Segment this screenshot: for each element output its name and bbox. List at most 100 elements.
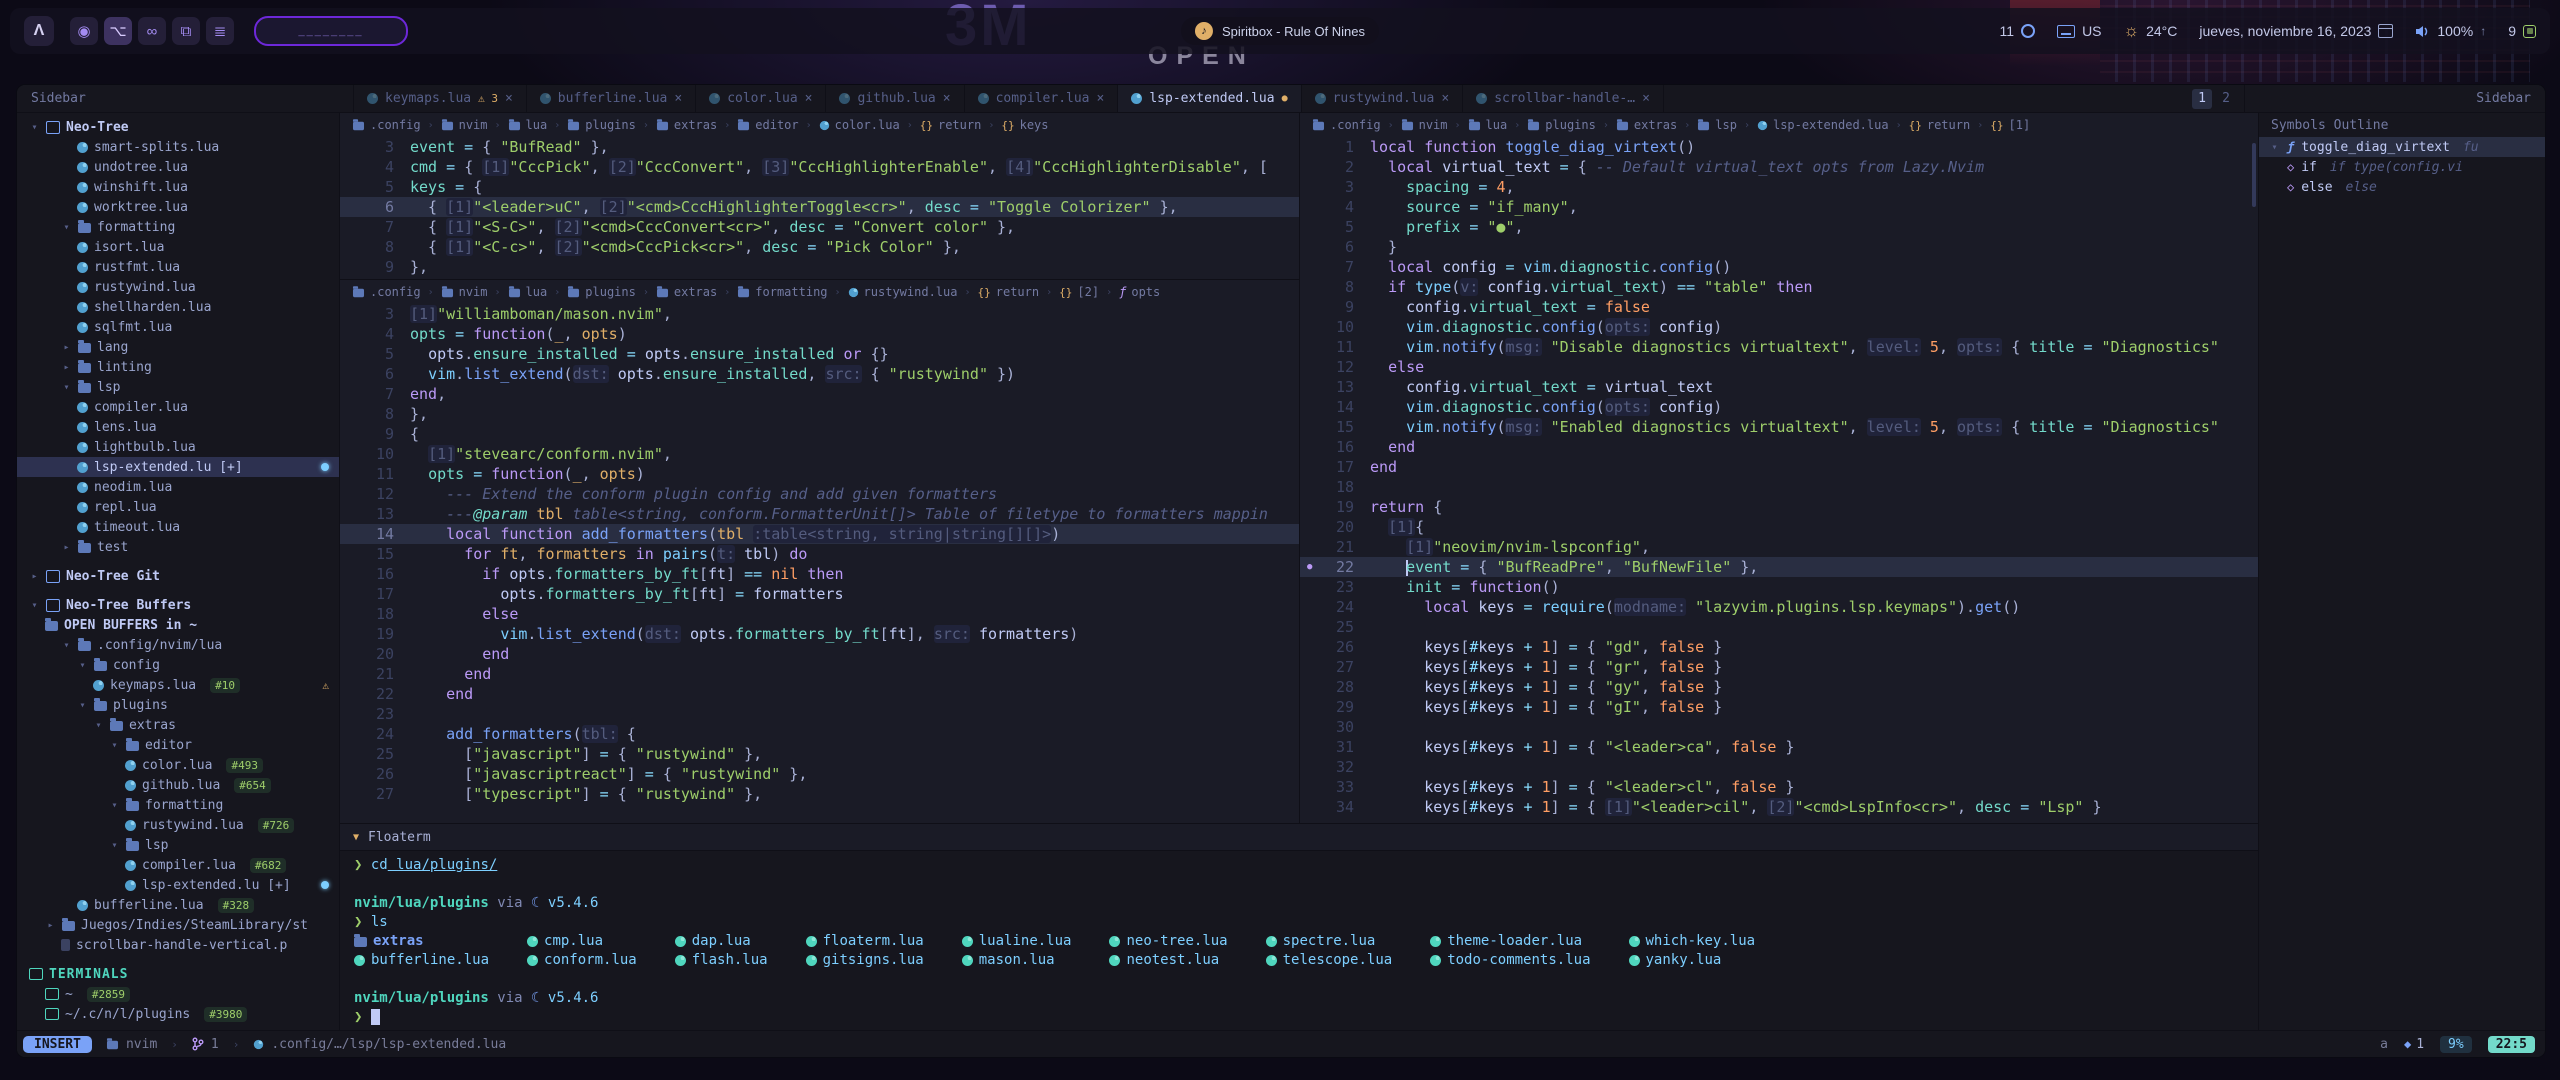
breadcrumb-item[interactable]: .config (1312, 118, 1381, 132)
close-icon[interactable]: × (943, 91, 951, 106)
outline-item[interactable]: ▾ƒtoggle_diag_virtextfu (2259, 137, 2545, 157)
file-entry[interactable]: conform.lua (527, 951, 637, 970)
tree-file[interactable]: smart-splits.lua (17, 137, 339, 157)
file-entry[interactable]: cmp.lua (527, 932, 637, 951)
weather-badge[interactable]: ☼ 24°C (2124, 21, 2178, 41)
breadcrumb-item[interactable]: lsp (1697, 118, 1737, 132)
close-icon[interactable]: × (674, 91, 682, 106)
tree-folder[interactable]: ▾editor (17, 735, 339, 755)
tree-folder[interactable]: ▾formatting (17, 795, 339, 815)
file-entry[interactable]: lualine.lua (962, 932, 1072, 951)
breadcrumb-item[interactable]: {}[1] (1990, 118, 2030, 132)
breadcrumb-item[interactable]: {}return (978, 285, 1040, 299)
tree-folder[interactable]: ▾.config/nvim/lua (17, 635, 339, 655)
tree-file[interactable]: compiler.lua (17, 397, 339, 417)
editor-tab[interactable]: bufferline.lua× (527, 85, 696, 112)
close-icon[interactable]: × (805, 91, 813, 106)
breadcrumb-item[interactable]: extras (656, 118, 717, 132)
terminal-item[interactable]: ~#2859 (17, 984, 339, 1004)
editor-tab[interactable]: rustywind.lua× (1302, 85, 1464, 112)
file-entry[interactable]: bufferline.lua (354, 951, 489, 970)
topbar-widget-pill[interactable]: ________ (254, 16, 408, 46)
topbar-shortcut-5[interactable]: ≣ (206, 17, 234, 45)
tree-file[interactable]: shellharden.lua (17, 297, 339, 317)
breadcrumb-item[interactable]: extras (656, 285, 717, 299)
breadcrumb-item[interactable]: nvim (441, 285, 488, 299)
file-entry[interactable]: flash.lua (675, 951, 768, 970)
breadcrumb-item[interactable]: plugins (567, 285, 636, 299)
tree-folder[interactable]: ▸linting (17, 357, 339, 377)
tree-file[interactable]: neodim.lua (17, 477, 339, 497)
close-icon[interactable]: × (505, 91, 513, 106)
topbar-shortcut-4[interactable]: ⧉ (172, 17, 200, 45)
tree-file[interactable]: rustywind.lua (17, 277, 339, 297)
breadcrumb-item[interactable]: formatting (737, 285, 827, 299)
tree-file[interactable]: sqlfmt.lua (17, 317, 339, 337)
tree-file[interactable]: undotree.lua (17, 157, 339, 177)
workspace-badge[interactable]: 9 (2508, 23, 2536, 39)
file-entry[interactable]: floaterm.lua (806, 932, 924, 951)
tree-file[interactable]: repl.lua (17, 497, 339, 517)
tree-folder[interactable]: ▸lang (17, 337, 339, 357)
close-icon[interactable]: × (1642, 91, 1650, 106)
now-playing-widget[interactable]: ♪ Spiritbox - Rule Of Nines (1181, 17, 1379, 45)
file-entry[interactable]: dap.lua (675, 932, 768, 951)
file-entry[interactable]: neotest.lua (1109, 951, 1227, 970)
code-area[interactable]: 3event = { "BufRead" },4cmd = { [1]"CccP… (340, 137, 1299, 279)
file-entry[interactable]: telescope.lua (1266, 951, 1393, 970)
breadcrumb-item[interactable]: lua (1468, 118, 1508, 132)
tree-section-header[interactable]: ▾Neo-Tree Buffers (17, 595, 339, 615)
tree-file[interactable]: lens.lua (17, 417, 339, 437)
breadcrumb-item[interactable]: plugins (567, 118, 636, 132)
scrollbar-handle[interactable] (2252, 143, 2256, 207)
directory-entry[interactable]: extras (354, 932, 489, 951)
tree-file[interactable]: github.lua#654 (17, 775, 339, 795)
updates-badge[interactable]: 11 (2000, 23, 2036, 39)
breadcrumb-item[interactable]: extras (1616, 118, 1677, 132)
tree-file[interactable]: keymaps.lua#10⚠ (17, 675, 339, 695)
tree-folder[interactable]: ▸test (17, 537, 339, 557)
tree-file[interactable]: isort.lua (17, 237, 339, 257)
topbar-shortcut-1[interactable]: ◉ (70, 17, 98, 45)
tree-file[interactable]: bufferline.lua#328 (17, 895, 339, 915)
tree-folder[interactable]: ▾plugins (17, 695, 339, 715)
tree-section-header[interactable]: TERMINALS (17, 964, 339, 984)
breadcrumb-item[interactable]: nvim (1401, 118, 1448, 132)
launcher-button[interactable]: Λ (24, 16, 54, 46)
topbar-shortcut-2[interactable]: ⌥ (104, 17, 132, 45)
tree-file[interactable]: scrollbar-handle-vertical.p (17, 935, 339, 955)
terminal-output[interactable]: ❯ cd lua/plugins/nvim/lua/plugins via ☾ … (340, 851, 2258, 1030)
breadcrumb-item[interactable]: lua (508, 285, 548, 299)
breadcrumb-item[interactable]: {}return (1909, 118, 1971, 132)
tree-file[interactable]: color.lua#493 (17, 755, 339, 775)
keyboard-layout-badge[interactable]: US (2057, 23, 2101, 39)
tree-folder[interactable]: ▾extras (17, 715, 339, 735)
breadcrumb-item[interactable]: color.lua (819, 118, 900, 132)
breadcrumb-item[interactable]: plugins (1527, 118, 1596, 132)
tree-file[interactable]: OPEN BUFFERS in ~ (17, 615, 339, 635)
editor-tab[interactable]: keymaps.lua⚠ 3× (354, 85, 527, 112)
close-icon[interactable]: × (1097, 91, 1105, 106)
tree-file[interactable]: timeout.lua (17, 517, 339, 537)
file-entry[interactable]: todo-comments.lua (1430, 951, 1590, 970)
editor-tab[interactable]: color.lua× (696, 85, 826, 112)
editor-pane-lsp-extended-lua[interactable]: .config›nvim›lua›plugins›extras›lsp›lsp-… (1300, 113, 2258, 823)
outline-item[interactable]: ◇ifif type(config.vi (2259, 157, 2545, 177)
breadcrumb-item[interactable]: {}return (920, 118, 982, 132)
breadcrumb-item[interactable]: rustywind.lua (848, 285, 958, 299)
tree-file[interactable]: lsp-extended.lu [+] (17, 457, 339, 477)
tree-file[interactable]: worktree.lua (17, 197, 339, 217)
file-entry[interactable]: neo-tree.lua (1109, 932, 1227, 951)
breadcrumb-item[interactable]: lsp-extended.lua (1757, 118, 1889, 132)
terminal-item[interactable]: ~/.c/n/l/plugins#3980 (17, 1004, 339, 1024)
breadcrumb-item[interactable]: lua (508, 118, 548, 132)
tree-folder[interactable]: ▾lsp (17, 377, 339, 397)
tree-section-header[interactable]: ▾Neo-Tree (17, 117, 339, 137)
tree-folder[interactable]: ▾lsp (17, 835, 339, 855)
tree-file[interactable]: lightbulb.lua (17, 437, 339, 457)
file-entry[interactable]: which-key.lua (1629, 932, 1756, 951)
breadcrumb-item[interactable]: .config (352, 118, 421, 132)
breadcrumb-item[interactable]: {}[2] (1059, 285, 1099, 299)
tree-file[interactable]: rustfmt.lua (17, 257, 339, 277)
file-entry[interactable]: mason.lua (962, 951, 1072, 970)
